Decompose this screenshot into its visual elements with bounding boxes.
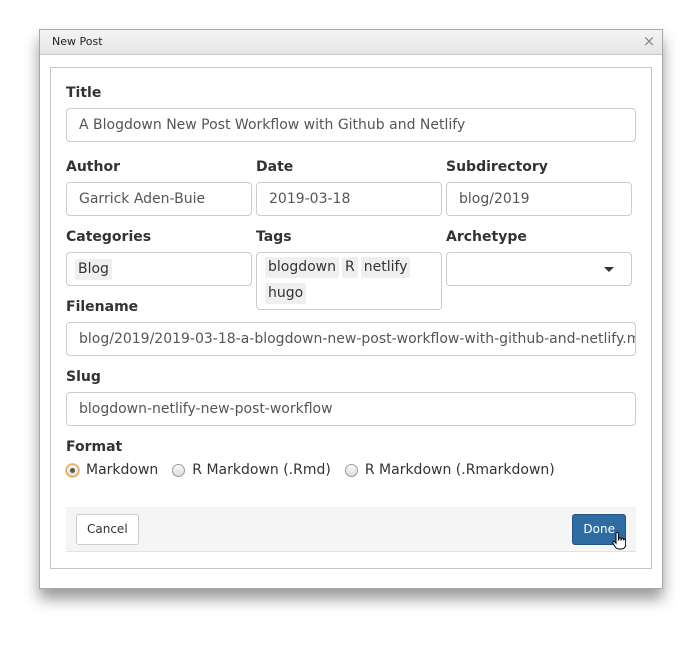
tag-chip[interactable]: R bbox=[342, 257, 358, 278]
filename-input[interactable]: blog/2019/2019-03-18-a-blogdown-new-post… bbox=[66, 322, 636, 356]
tags-label: Tags bbox=[256, 229, 292, 245]
format-label: Format bbox=[66, 439, 123, 455]
format-option-markdown[interactable]: Markdown bbox=[66, 462, 158, 478]
slug-field-group: Slug blogdown-netlify-new-post-workflow bbox=[66, 369, 636, 426]
title-input[interactable]: A Blogdown New Post Workflow with Github… bbox=[66, 108, 636, 142]
date-label: Date bbox=[256, 159, 294, 175]
title-label: Title bbox=[66, 85, 102, 101]
format-option-rmarkdown[interactable]: R Markdown (.Rmarkdown) bbox=[344, 462, 555, 478]
date-input[interactable]: 2019-03-18 bbox=[256, 182, 442, 216]
archetype-select[interactable] bbox=[446, 252, 632, 286]
subdirectory-field-group: Subdirectory blog/2019 bbox=[446, 159, 632, 216]
tag-chip[interactable]: netlify bbox=[360, 257, 411, 278]
tag-chip[interactable]: blogdown bbox=[265, 257, 340, 278]
category-chip[interactable]: Blog bbox=[75, 259, 112, 280]
format-field-group: Format Markdown R Markdown (.Rmd) R Mark… bbox=[66, 439, 636, 478]
format-option-rmd[interactable]: R Markdown (.Rmd) bbox=[172, 462, 331, 478]
author-field-group: Author Garrick Aden-Buie bbox=[66, 159, 252, 216]
radio-label[interactable]: R Markdown (.Rmd) bbox=[192, 462, 331, 478]
author-input[interactable]: Garrick Aden-Buie bbox=[66, 182, 252, 216]
dialog-footer: Cancel Done bbox=[66, 507, 636, 552]
radio-label[interactable]: R Markdown (.Rmarkdown) bbox=[365, 462, 555, 478]
archetype-field-group: Archetype bbox=[446, 229, 632, 286]
chevron-down-icon[interactable] bbox=[604, 267, 614, 272]
radio-rmarkdown[interactable] bbox=[344, 463, 358, 477]
radio-label[interactable]: Markdown bbox=[86, 462, 158, 478]
dialog-title: New Post bbox=[52, 35, 103, 48]
title-field-group: Title A Blogdown New Post Workflow with … bbox=[66, 85, 636, 142]
close-icon[interactable]: × bbox=[640, 32, 658, 50]
subdirectory-input[interactable]: blog/2019 bbox=[446, 182, 632, 216]
format-radio-group: Markdown R Markdown (.Rmd) R Markdown (.… bbox=[66, 462, 636, 478]
categories-field-group: Categories Blog bbox=[66, 229, 252, 286]
radio-rmd[interactable] bbox=[172, 463, 186, 477]
filename-label: Filename bbox=[66, 299, 139, 315]
tags-field-group: Tags blogdown Rnetlify hugo bbox=[256, 229, 442, 310]
archetype-label: Archetype bbox=[446, 229, 527, 245]
dialog-titlebar[interactable]: New Post × bbox=[40, 30, 662, 55]
author-label: Author bbox=[66, 159, 120, 175]
cancel-button[interactable]: Cancel bbox=[76, 514, 139, 545]
slug-input[interactable]: blogdown-netlify-new-post-workflow bbox=[66, 392, 636, 426]
date-field-group: Date 2019-03-18 bbox=[256, 159, 442, 216]
filename-field-group: Filename blog/2019/2019-03-18-a-blogdown… bbox=[66, 299, 636, 356]
categories-label: Categories bbox=[66, 229, 152, 245]
new-post-dialog: New Post × Title A Blogdown New Post Wor… bbox=[39, 29, 663, 589]
hand-pointer-icon bbox=[612, 532, 626, 550]
slug-label: Slug bbox=[66, 369, 101, 385]
radio-markdown[interactable] bbox=[66, 463, 79, 477]
form-panel: Title A Blogdown New Post Workflow with … bbox=[50, 67, 652, 569]
categories-input[interactable]: Blog bbox=[66, 252, 252, 286]
subdirectory-label: Subdirectory bbox=[446, 159, 548, 175]
